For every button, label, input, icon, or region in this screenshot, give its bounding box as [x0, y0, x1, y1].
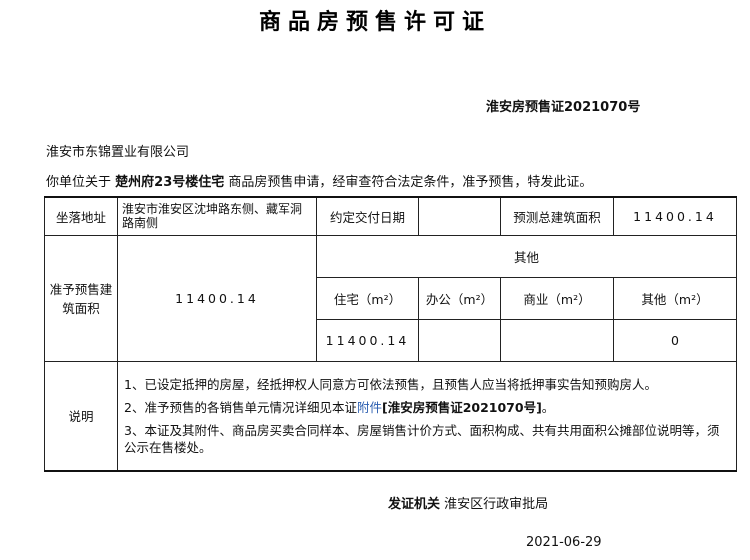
location-value: 淮安市淮安区沈坤路东侧、藏军洞路南侧	[117, 196, 317, 236]
commercial-area-value	[500, 318, 614, 362]
presale-permit-table: 坐落地址 淮安市淮安区沈坤路东侧、藏军洞路南侧 约定交付日期 预测总建筑面积 1…	[44, 196, 737, 472]
office-column-header: 办公（m²）	[418, 276, 501, 320]
grant-suffix: 商品房预售申请，经审查符合法定条件，准予预售，特发此证。	[228, 175, 593, 190]
grant-prefix: 你单位关于	[46, 175, 112, 190]
commercial-column-header: 商业（m²）	[500, 276, 614, 320]
certificate-number: 淮安房预售证2021070号	[486, 100, 641, 115]
note-2-suffix: 。	[541, 399, 555, 415]
presale-area-value: 11400.14	[117, 234, 317, 362]
estimated-area-label: 预测总建筑面积	[500, 196, 614, 236]
note-3: 3、本证及其附件、商品房买卖合同样本、房屋销售计价方式、面积构成、共有共用面积公…	[124, 422, 720, 455]
delivery-date-value	[418, 196, 501, 236]
note-2-certificate: [淮安房预售证2021070号]	[381, 399, 542, 415]
note-2: 2、准予预售的各销售单元情况详细见本证附件[淮安房预售证2021070号]。	[124, 399, 730, 416]
certificate-title: 商品房预售许可证	[258, 10, 491, 35]
notes-content: 1、已设定抵押的房屋，经抵押权人同意方可依法预售，且预售人应当将抵押事实告知预购…	[117, 360, 737, 472]
note-1: 1、已设定抵押的房屋，经抵押权人同意方可依法预售，且预售人应当将抵押事实告知预购…	[124, 376, 657, 392]
location-label: 坐落地址	[44, 196, 118, 236]
delivery-date-label: 约定交付日期	[316, 196, 419, 236]
issuing-authority: 发证机关 淮安区行政审批局	[388, 493, 548, 512]
notes-label: 说明	[44, 360, 118, 472]
issue-date: 2021-06-29	[526, 535, 602, 550]
presale-area-label: 准予预售建筑面积	[44, 234, 118, 362]
project-name: 楚州府23号楼住宅	[115, 175, 225, 190]
residential-column-header: 住宅（m²）	[316, 276, 419, 320]
other-column-header: 其他（m²）	[613, 276, 737, 320]
note-2-prefix: 2、准予预售的各销售单元情况详细见本证	[124, 399, 357, 415]
grant-statement: 你单位关于 楚州府23号楼住宅 商品房预售申请，经审查符合法定条件，准予预售，特…	[46, 171, 592, 190]
issuer-label: 发证机关	[388, 497, 441, 512]
company-name: 淮安市东锦置业有限公司	[46, 145, 190, 160]
attachment-link[interactable]: 附件	[357, 400, 382, 415]
office-area-value	[418, 318, 501, 362]
other-header: 其他	[316, 234, 737, 278]
issuer-value: 淮安区行政审批局	[444, 497, 549, 512]
other-area-value: 0	[613, 318, 737, 362]
estimated-area-value: 11400.14	[613, 196, 737, 236]
residential-area-value: 11400.14	[316, 318, 419, 362]
